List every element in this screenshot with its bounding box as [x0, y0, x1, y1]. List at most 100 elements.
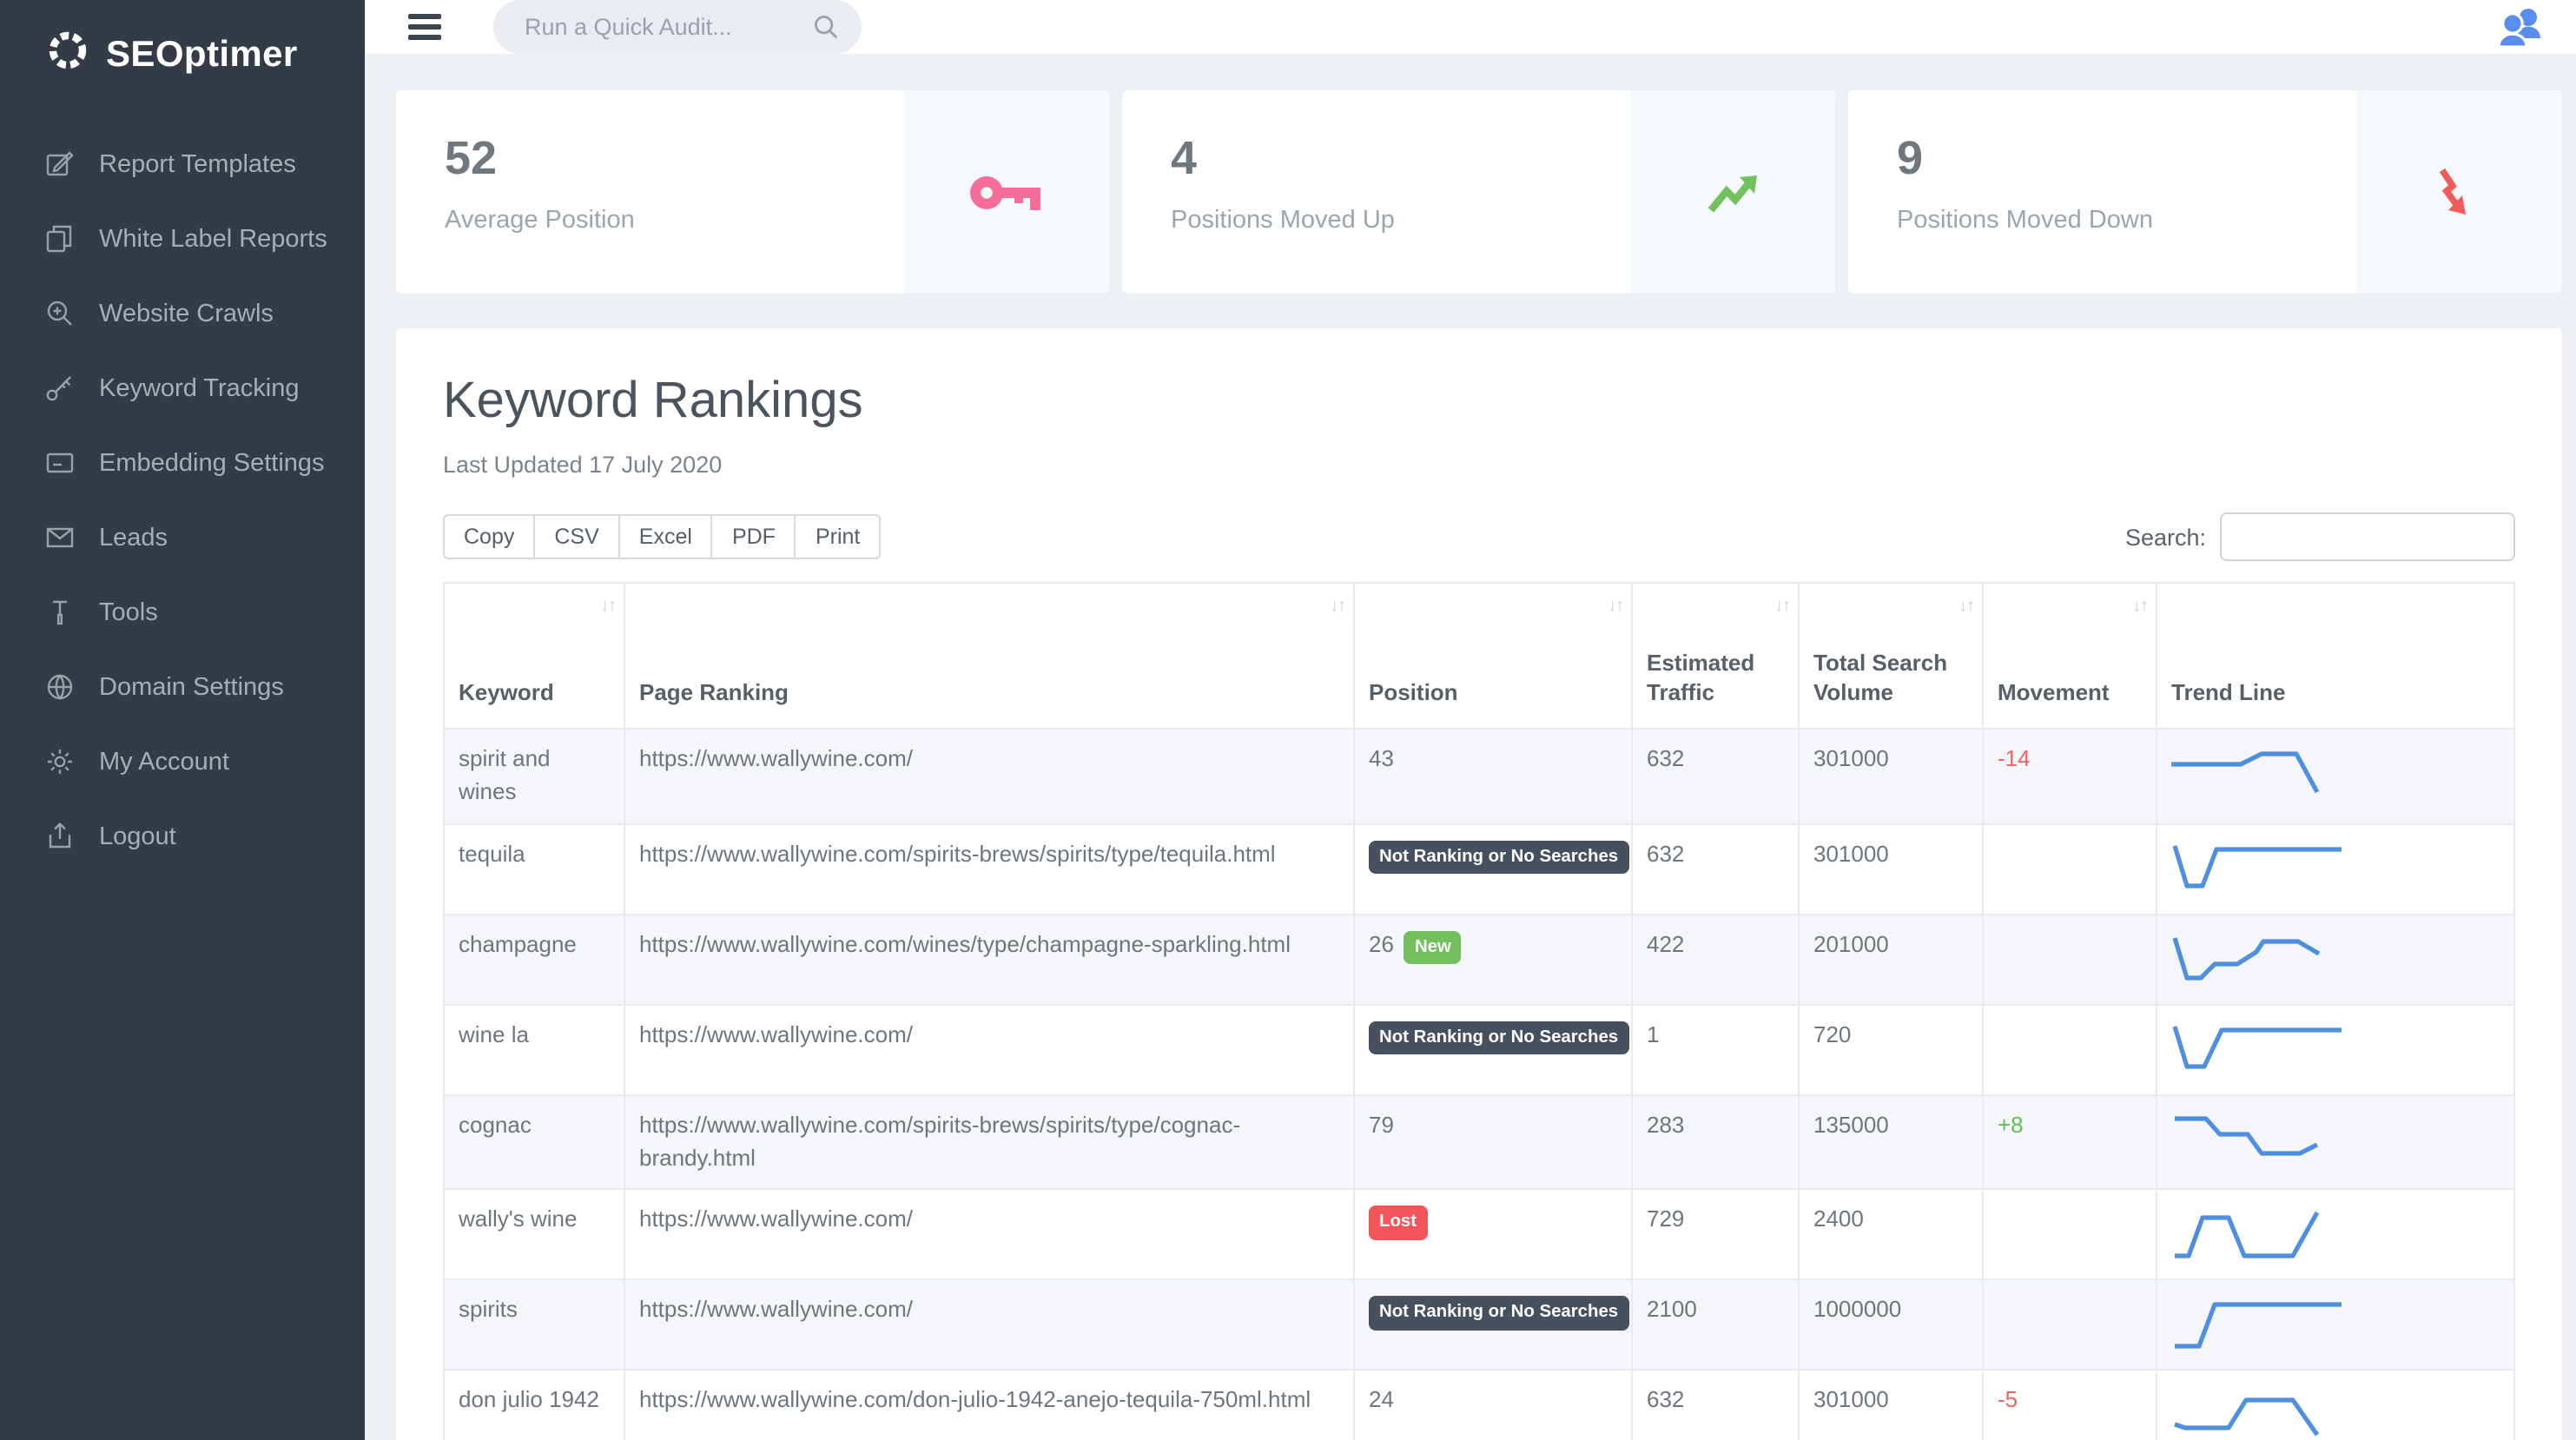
stat-label: Positions Moved Down [1897, 207, 2153, 234]
movement-cell: -14 [1982, 728, 2157, 825]
sort-icon[interactable]: ↓↑ [1774, 594, 1791, 618]
stat-card-positions-moved-up: 4 Positions Moved Up [1122, 90, 1836, 294]
column-header-position[interactable]: ↓↑ Position [1353, 582, 1633, 730]
sidebar-item-my-account[interactable]: My Account [0, 724, 365, 799]
sidebar-item-embedding-settings[interactable]: Embedding Settings [0, 426, 365, 500]
sidebar-item-report-templates[interactable]: Report Templates [0, 127, 365, 201]
quick-audit-input[interactable] [493, 0, 862, 54]
position-badge: Not Ranking or No Searches [1369, 1021, 1629, 1054]
excel-button[interactable]: Excel [618, 514, 713, 559]
total-search-volume-cell: 301000 [1798, 822, 1984, 915]
page-ranking-cell: https://www.wallywine.com/spirits-brews/… [624, 822, 1355, 915]
column-header-trend-line: Trend Line [2156, 582, 2515, 730]
trend-sparkline [2171, 751, 2320, 794]
keyword-cell: wine la [443, 1003, 625, 1096]
content: 52 Average Position 4 Positions Moved Up… [365, 54, 2576, 1440]
movement-cell [1982, 1278, 2157, 1371]
sort-icon[interactable]: ↓↑ [1958, 594, 1975, 618]
sort-icon[interactable]: ↓↑ [600, 594, 617, 618]
sort-icon[interactable]: ↓↑ [1330, 594, 1346, 618]
sidebar-item-keyword-tracking[interactable]: Keyword Tracking [0, 351, 365, 426]
users-icon[interactable] [2496, 4, 2548, 50]
page-ranking-cell: https://www.wallywine.com/ [624, 1003, 1355, 1096]
position-badge: New [1404, 930, 1462, 964]
sidebar: SEOptimer Report Templates White Label R… [0, 0, 365, 1440]
search-icon [813, 14, 839, 49]
sort-icon[interactable]: ↓↑ [2132, 594, 2149, 618]
trend-line-cell [2156, 1188, 2515, 1281]
table-row: champagne https://www.wallywine.com/wine… [443, 913, 2515, 1006]
stat-value: 52 [445, 132, 498, 184]
position-badge: Lost [1369, 1206, 1428, 1240]
table-row: wally's wine https://www.wallywine.com/ … [443, 1188, 2515, 1281]
trend-line-cell [2156, 1278, 2515, 1371]
sidebar-item-label: Tools [99, 598, 158, 626]
sidebar-item-tools[interactable]: Tools [0, 575, 365, 650]
leads-icon [45, 523, 75, 552]
column-header-total-search-volume[interactable]: ↓↑ Total Search Volume [1798, 582, 1984, 730]
keyword-cell: spirit and wines [443, 728, 625, 825]
trend-up-icon [1631, 90, 1836, 294]
logo[interactable]: SEOptimer [0, 0, 365, 106]
position-badge: Not Ranking or No Searches [1369, 1296, 1629, 1331]
keyword-rankings-table: ↓↑ Keyword ↓↑ Page Ranking ↓↑ Position ↓↑ Es… [443, 582, 2515, 1440]
sidebar-item-white-label-reports[interactable]: White Label Reports [0, 201, 365, 276]
pdf-button[interactable]: PDF [710, 514, 796, 559]
page-ranking-cell: https://www.wallywine.com/ [624, 728, 1355, 825]
position-value: 24 [1369, 1386, 1394, 1413]
column-header-page-ranking[interactable]: ↓↑ Page Ranking [624, 582, 1355, 730]
table-header-row: ↓↑ Keyword ↓↑ Page Ranking ↓↑ Position ↓↑ Es… [443, 582, 2515, 730]
position-cell: Not Ranking or No Searches [1353, 1003, 1633, 1096]
tools-icon [45, 598, 75, 627]
column-header-keyword[interactable]: ↓↑ Keyword [443, 582, 625, 730]
main-area: 52 Average Position [365, 0, 2576, 1440]
trend-line-cell [2156, 913, 2515, 1006]
website-crawls-icon [45, 299, 75, 328]
topbar [365, 0, 2576, 54]
table-body: spirit and wines https://www.wallywine.c… [443, 728, 2515, 1440]
stat-value: 4 [1171, 132, 1198, 184]
position-cell: 43 [1353, 728, 1633, 825]
trend-down-icon [2357, 90, 2562, 294]
estimated-traffic-cell: 422 [1631, 913, 1800, 1006]
keyword-cell: champagne [443, 913, 625, 1006]
print-button[interactable]: Print [794, 514, 882, 559]
sidebar-item-logout[interactable]: Logout [0, 799, 365, 874]
movement-cell: -5 [1982, 1369, 2157, 1440]
position-badge: Not Ranking or No Searches [1369, 840, 1629, 874]
movement-cell [1982, 913, 2157, 1006]
column-header-movement[interactable]: ↓↑ Movement [1982, 582, 2157, 730]
page-ranking-cell: https://www.wallywine.com/spirits-brews/… [624, 1093, 1355, 1191]
trend-sparkline [2175, 1303, 2342, 1350]
white-label-reports-icon [45, 224, 75, 254]
estimated-traffic-cell: 1 [1631, 1003, 1800, 1096]
total-search-volume-cell: 135000 [1798, 1093, 1984, 1191]
movement-value: -5 [1998, 1386, 2018, 1413]
page-ranking-cell: https://www.wallywine.com/don-julio-1942… [624, 1369, 1355, 1440]
position-cell: Not Ranking or No Searches [1353, 1278, 1633, 1371]
gear-icon [45, 747, 75, 776]
sidebar-item-leads[interactable]: Leads [0, 500, 365, 575]
quick-audit-search [493, 0, 862, 54]
total-search-volume-cell: 1000000 [1798, 1278, 1984, 1371]
csv-button[interactable]: CSV [533, 514, 620, 559]
table-row: spirit and wines https://www.wallywine.c… [443, 728, 2515, 825]
copy-button[interactable]: Copy [443, 514, 536, 559]
page-ranking-cell: https://www.wallywine.com/ [624, 1278, 1355, 1371]
trend-line-cell [2156, 822, 2515, 915]
position-cell: Not Ranking or No Searches [1353, 822, 1633, 915]
column-header-estimated-traffic[interactable]: ↓↑ Estimated Traffic [1631, 582, 1800, 730]
sort-icon[interactable]: ↓↑ [1608, 594, 1624, 618]
keyword-rankings-panel: Keyword Rankings Last Updated 17 July 20… [396, 328, 2562, 1440]
estimated-traffic-cell: 729 [1631, 1188, 1800, 1281]
movement-cell [1982, 1188, 2157, 1281]
trend-line-cell [2156, 728, 2515, 825]
sidebar-item-domain-settings[interactable]: Domain Settings [0, 650, 365, 724]
table-search-input[interactable] [2220, 512, 2515, 561]
sidebar-item-website-crawls[interactable]: Website Crawls [0, 276, 365, 351]
stat-cards: 52 Average Position 4 Positions Moved Up… [396, 90, 2562, 294]
table-row: cognac https://www.wallywine.com/spirits… [443, 1093, 2515, 1191]
hamburger-menu-icon[interactable] [408, 14, 446, 40]
trend-line-cell [2156, 1003, 2515, 1096]
app-window: SEOptimer Report Templates White Label R… [0, 0, 2576, 1440]
